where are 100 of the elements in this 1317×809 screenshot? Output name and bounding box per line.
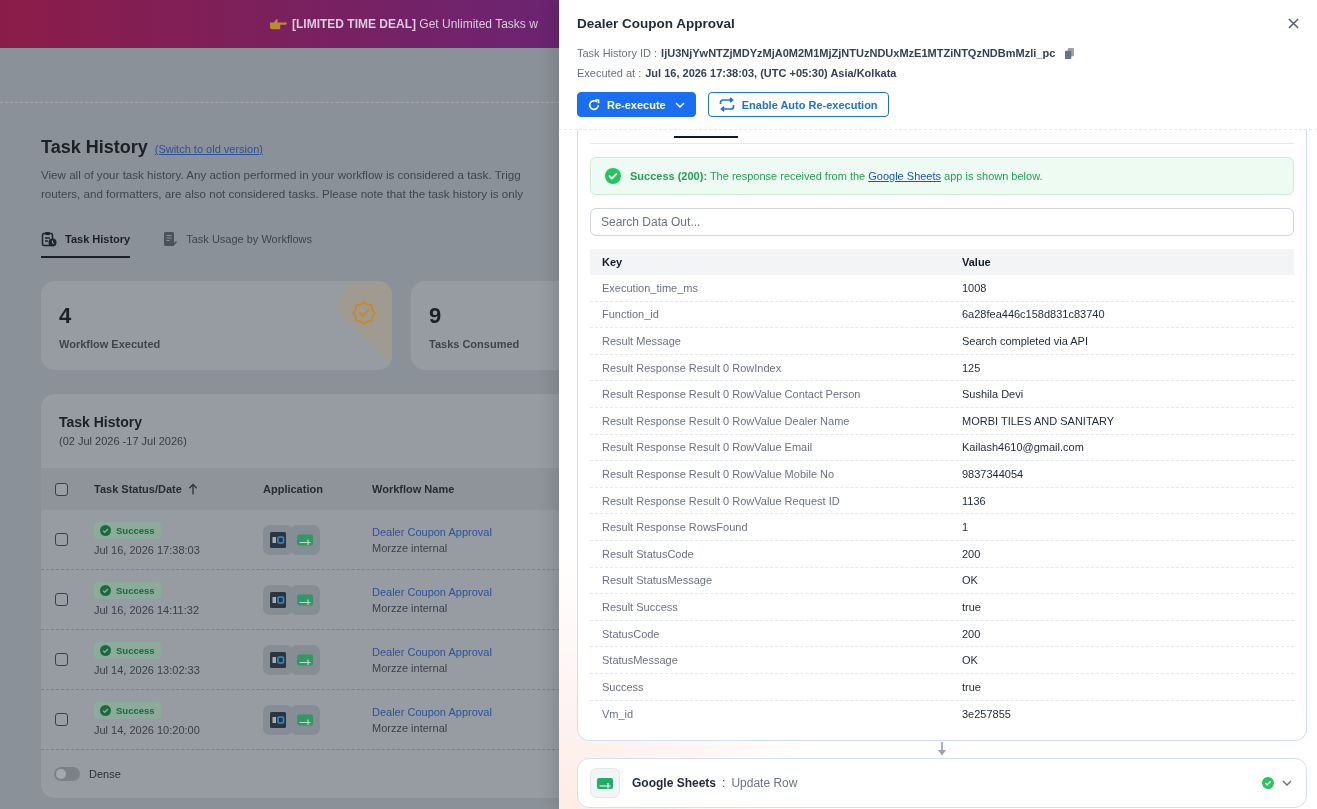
check-circle-icon xyxy=(100,585,111,596)
value-text: 200 xyxy=(962,547,982,560)
check-circle-icon xyxy=(100,705,111,716)
status-text: Success xyxy=(116,585,155,596)
date-text: Jul 14, 2026 13:02:33 xyxy=(94,663,201,677)
badge-check-icon xyxy=(334,281,392,365)
app-link[interactable]: Google Sheets xyxy=(868,170,942,182)
description-text: routers, and formatters, are also not considered tasks. Please note that the task history is only xyxy=(41,186,524,202)
sort-arrow-icon[interactable] xyxy=(187,483,198,495)
value-text: true xyxy=(962,600,982,613)
key-text: Result Response RowsFound xyxy=(602,521,749,534)
logo-tile-icon xyxy=(263,704,293,735)
value-text: Sushila Devi xyxy=(962,388,1025,401)
select-all-checkbox[interactable] xyxy=(55,482,68,496)
table-title: Task History xyxy=(59,413,143,432)
stat-value: 9 xyxy=(429,303,443,329)
logo-tile-icon xyxy=(263,644,293,675)
workflow-link[interactable]: Dealer Coupon Approval xyxy=(372,583,559,600)
success-message: Success (200): The response received from the Google Sheets app is shown below. xyxy=(630,170,1043,182)
page-title: Task History xyxy=(41,136,148,159)
check-circle-icon xyxy=(1262,777,1274,790)
column-heading: Value xyxy=(962,256,992,268)
meta-value: IjU3NjYwNTZjMDYzMjA0M2M1MjZjNTUzNDUxMzE1MTZiNTQzNDBmMzli_pc xyxy=(661,47,1056,59)
key-text: Function_id xyxy=(602,308,660,321)
caret-icon[interactable] xyxy=(1282,780,1292,787)
auto-re-execution-button[interactable]: Enable Auto Re-execution xyxy=(707,92,889,117)
key-text: Result Response Result 0 RowValue Mobile No xyxy=(602,467,836,480)
spreadsheet-icon xyxy=(290,644,320,675)
key-text: Result StatusMessage xyxy=(602,574,714,587)
check-circle-icon xyxy=(605,168,621,184)
row-checkbox[interactable] xyxy=(55,713,68,726)
dense-label: Dense xyxy=(89,768,121,780)
key-text: Result Response Result 0 RowValue Contact Person xyxy=(602,388,862,401)
row-checkbox[interactable] xyxy=(55,593,68,606)
tab[interactable]: Task Usage by Workflows xyxy=(162,230,312,258)
stat-value: 4 xyxy=(59,303,73,329)
team-text: Morzze internal xyxy=(372,540,449,556)
toggle-switch[interactable] xyxy=(54,767,80,781)
search-field[interactable]: Search Data Out... xyxy=(590,208,1294,236)
document-check-icon xyxy=(162,231,179,247)
workflow-link[interactable]: Dealer Coupon Approval xyxy=(372,703,559,720)
team-text: Morzze internal xyxy=(372,720,449,736)
meta-label: Executed at : xyxy=(577,67,642,79)
description-text: View all of your task history. Any action performed in your workflow is considered a task. Trigg xyxy=(41,167,521,183)
value-text: 1008 xyxy=(962,281,988,294)
refresh-icon xyxy=(588,98,600,111)
action-name: Update Row xyxy=(731,776,798,791)
key-text: Execution_time_ms xyxy=(602,281,699,294)
meta-value: Jul 16, 2026 17:38:03, (UTC +05:30) Asia/Kolkata xyxy=(645,67,897,79)
caret-icon xyxy=(674,101,685,108)
date-text: Jul 14, 2026 10:20:00 xyxy=(94,723,201,737)
value-text: 1136 xyxy=(962,494,987,507)
status-text: Success xyxy=(116,645,155,656)
down-arrow-icon xyxy=(937,742,947,757)
key-text: StatusMessage xyxy=(602,654,679,667)
row-checkbox[interactable] xyxy=(55,533,68,546)
key-text: Result Response Result 0 RowIndex xyxy=(602,361,783,374)
column-heading: Workflow Name xyxy=(372,483,455,495)
switch-version-link[interactable]: (Switch to old version) xyxy=(154,143,263,155)
clipboard-clock-icon xyxy=(41,231,57,247)
column-heading: Task Status/Date xyxy=(94,483,182,495)
drawer-title: Dealer Coupon Approval xyxy=(577,15,735,31)
spreadsheet-icon xyxy=(590,768,620,799)
column-heading: Key xyxy=(602,256,624,268)
workflow-link[interactable]: Dealer Coupon Approval xyxy=(372,643,559,660)
date-range-text: (02 Jul 2026 -17 Jul 2026) xyxy=(59,434,188,449)
value-text: Search completed via API xyxy=(962,335,1089,347)
value-text: MORBI TILES AND SANITARY xyxy=(962,414,1116,427)
value-text: 200 xyxy=(962,627,982,640)
logo-tile-icon xyxy=(263,524,293,555)
column-heading: Application xyxy=(263,483,323,495)
pointing-hand-icon xyxy=(269,18,287,30)
key-text: Vm_id xyxy=(602,707,635,720)
key-text: Result Response Result 0 RowValue Dealer Name xyxy=(602,414,851,427)
repeat-icon xyxy=(718,97,735,112)
separator-text: : xyxy=(722,776,726,791)
tab[interactable]: Task History xyxy=(41,230,131,258)
key-text: Result Response Result 0 RowValue Request ID xyxy=(602,494,841,507)
spreadsheet-icon xyxy=(290,584,320,615)
value-text: Kailash4610@gmail.com xyxy=(962,441,1085,454)
key-text: Result Response Result 0 RowValue Email xyxy=(602,441,814,454)
key-text: StatusCode xyxy=(602,627,661,640)
date-text: Jul 16, 2026 14:11:32 xyxy=(94,603,200,617)
team-text: Morzze internal xyxy=(372,660,449,676)
key-text: Success xyxy=(602,680,645,693)
key-text: Result StatusCode xyxy=(602,547,695,560)
close-icon[interactable] xyxy=(1288,17,1299,29)
promo-text: [LIMITED TIME DEAL] Get Unlimited Tasks w xyxy=(292,17,538,31)
copy-icon[interactable] xyxy=(1065,47,1075,59)
re-execute-button[interactable]: Re-execute xyxy=(577,92,696,117)
row-checkbox[interactable] xyxy=(55,653,68,666)
value-text: 1 xyxy=(962,521,970,534)
date-text: Jul 16, 2026 17:38:03 xyxy=(94,543,201,557)
spreadsheet-icon xyxy=(290,524,320,555)
value-text: OK xyxy=(962,574,979,587)
workflow-link[interactable]: Dealer Coupon Approval xyxy=(372,523,559,540)
key-text: Result Success xyxy=(602,600,679,613)
team-text: Morzze internal xyxy=(372,600,449,616)
spreadsheet-icon xyxy=(290,704,320,735)
status-text: Success xyxy=(116,705,155,716)
